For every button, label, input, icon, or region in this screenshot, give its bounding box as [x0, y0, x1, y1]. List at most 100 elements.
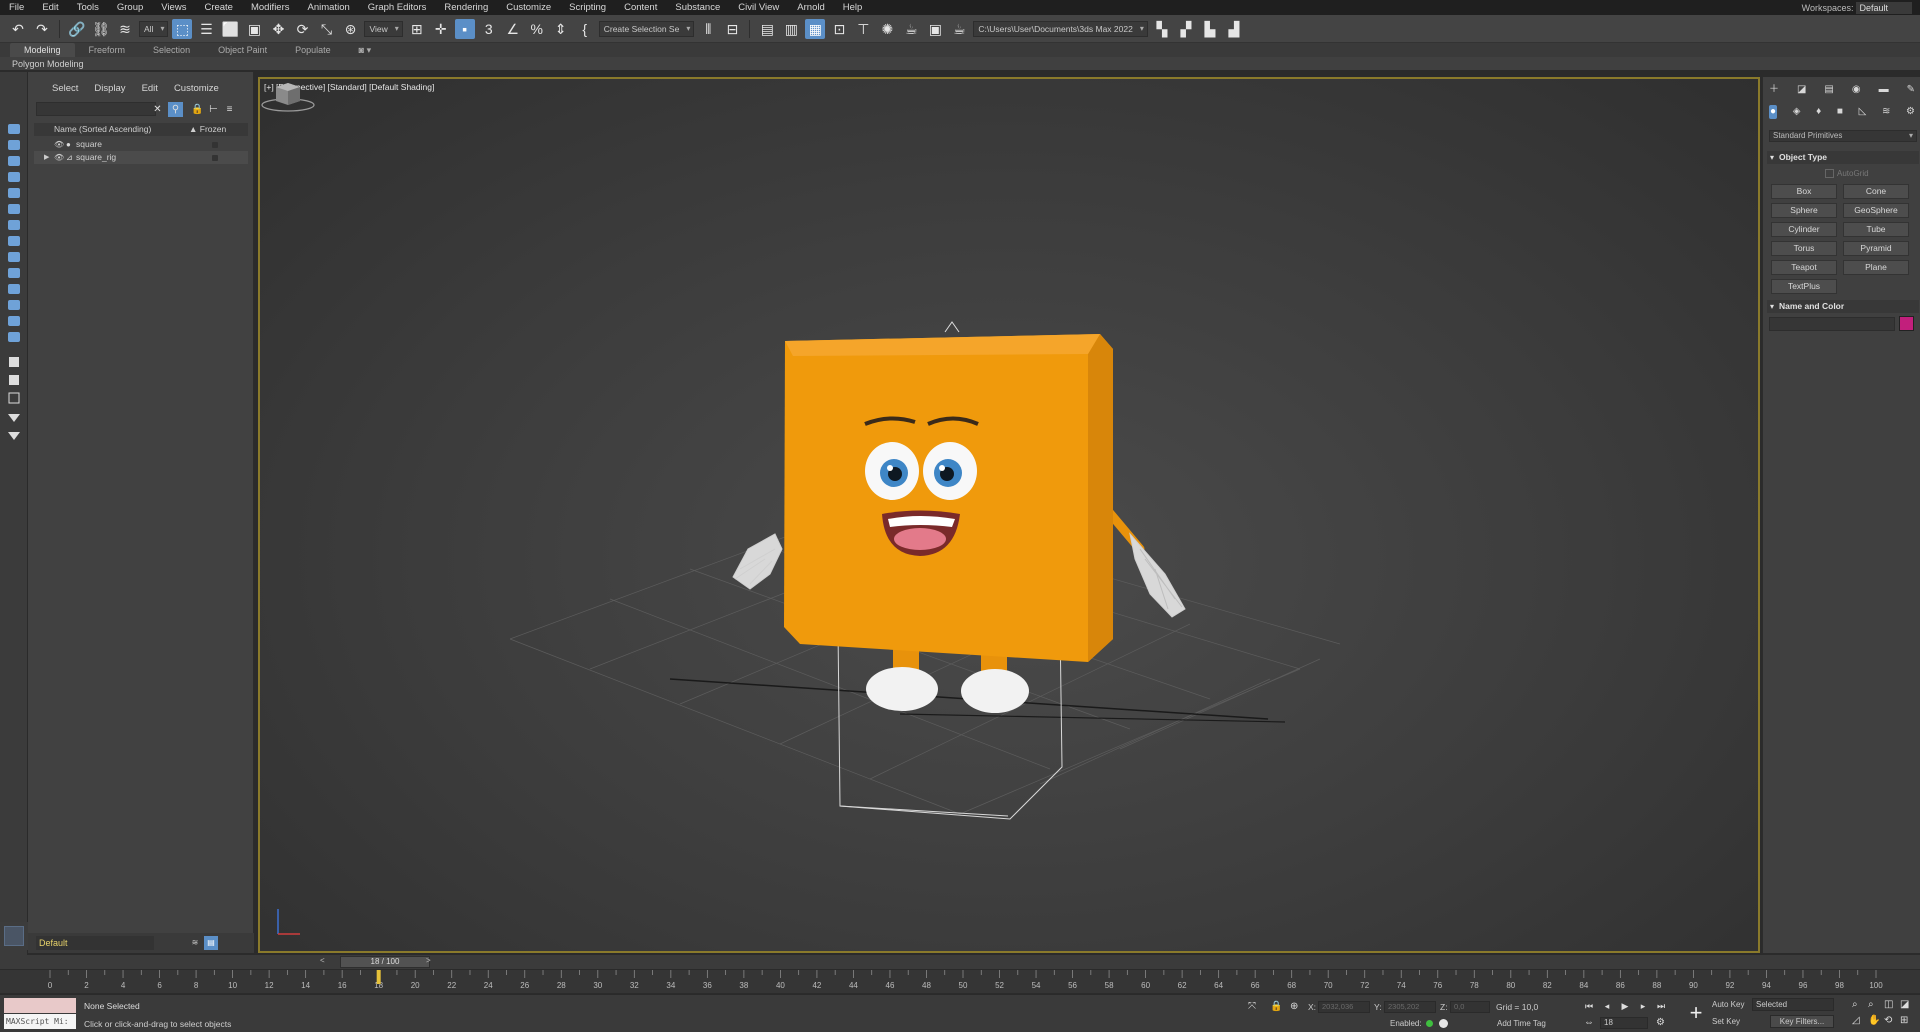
- perspective-viewport[interactable]: [+] [Perspective] [Standard] [Default Sh…: [258, 77, 1760, 953]
- tab-selection[interactable]: Selection: [139, 43, 204, 57]
- geometry-icon[interactable]: ●: [1769, 105, 1778, 119]
- tab-object-paint[interactable]: Object Paint: [204, 43, 281, 57]
- motion-tab-icon[interactable]: ◉: [1852, 83, 1861, 97]
- select-by-name-icon[interactable]: ☰: [196, 19, 216, 39]
- time-slider[interactable]: < 18 / 100 >: [0, 955, 1920, 969]
- track-bar[interactable]: 0 2 4 6 8 10 12 14 16 18 20 22 24 26 28 30 32 34 36 38 40 42 4…: [0, 969, 1920, 993]
- named-selection-set-dropdown[interactable]: Create Selection Se: [598, 20, 695, 37]
- align-icon[interactable]: ⊟: [722, 19, 742, 39]
- snap-toggle-icon[interactable]: 3: [479, 19, 499, 39]
- project-path-dropdown[interactable]: C:\Users\User\Documents\3ds Max 2022: [973, 20, 1148, 37]
- menu-rendering[interactable]: Rendering: [435, 0, 497, 15]
- column-name[interactable]: Name (Sorted Ascending): [54, 123, 151, 136]
- zoom-extents-icon[interactable]: ◫: [1884, 999, 1893, 1010]
- set-project-icon[interactable]: ▞: [1176, 19, 1196, 39]
- unlink-icon[interactable]: ⛓: [91, 19, 111, 39]
- tree-row[interactable]: ▶ 👁 ⊿ square_rig: [34, 151, 248, 164]
- menu-group[interactable]: Group: [108, 0, 152, 15]
- window-crossing-icon[interactable]: ▣: [244, 19, 264, 39]
- maxscript-listener[interactable]: MAXScript Mi:: [4, 998, 76, 1030]
- reference-coordinate-dropdown[interactable]: View: [364, 20, 403, 37]
- textplus-button[interactable]: TextPlus: [1771, 279, 1837, 294]
- tab-populate[interactable]: Populate: [281, 43, 345, 57]
- menu-file[interactable]: File: [0, 0, 33, 15]
- layer-icon[interactable]: ≡: [222, 102, 237, 117]
- frozen-toggle[interactable]: [212, 155, 218, 161]
- auto-key-button[interactable]: Auto Key: [1712, 1000, 1744, 1009]
- project-folder-icon[interactable]: ▚: [1152, 19, 1172, 39]
- render-production-icon[interactable]: ☕: [949, 19, 969, 39]
- redo-icon[interactable]: ↷: [32, 19, 52, 39]
- selection-filter-dropdown[interactable]: All: [139, 20, 169, 37]
- tube-button[interactable]: Tube: [1843, 222, 1909, 237]
- lights-icon[interactable]: ♦: [1816, 105, 1821, 119]
- selection-region-icon[interactable]: ⬜: [220, 19, 240, 39]
- viewport-layout-tab[interactable]: [0, 922, 28, 950]
- explorer-menu-customize[interactable]: Customize: [166, 82, 227, 96]
- maxscript-output[interactable]: [4, 998, 76, 1013]
- explorer-filter-icon[interactable]: ⚲: [168, 102, 183, 117]
- bind-space-warp-icon[interactable]: ≋: [115, 19, 135, 39]
- polygon-modeling-label[interactable]: Polygon Modeling: [12, 57, 84, 71]
- cylinder-button[interactable]: Cylinder: [1771, 222, 1837, 237]
- space-warps-icon[interactable]: ≋: [1882, 105, 1890, 119]
- workspace-selector[interactable]: Workspaces: Default: [1802, 1, 1920, 14]
- modify-tab-icon[interactable]: ◪: [1797, 83, 1806, 97]
- pyramid-button[interactable]: Pyramid: [1843, 241, 1909, 256]
- cone-button[interactable]: Cone: [1843, 184, 1909, 199]
- name-and-color-rollout[interactable]: Name and Color: [1767, 300, 1919, 313]
- add-time-tag[interactable]: Add Time Tag: [1497, 1019, 1546, 1028]
- column-frozen[interactable]: ▲ Frozen: [189, 123, 226, 136]
- select-object-icon[interactable]: ⬚: [172, 18, 193, 39]
- clear-search-icon[interactable]: ✕: [150, 102, 165, 117]
- undo-icon[interactable]: ↶: [8, 19, 28, 39]
- primitive-category-dropdown[interactable]: Standard Primitives: [1769, 130, 1917, 142]
- box-button[interactable]: Box: [1771, 184, 1837, 199]
- mirror-icon[interactable]: ⫴: [698, 19, 718, 39]
- hierarchy-icon[interactable]: ⊢: [206, 102, 221, 117]
- menu-content[interactable]: Content: [615, 0, 666, 15]
- menu-animation[interactable]: Animation: [299, 0, 359, 15]
- explorer-menu-display[interactable]: Display: [86, 82, 133, 96]
- current-frame-marker[interactable]: [376, 970, 381, 984]
- zoom-icon[interactable]: ⌕: [1852, 999, 1858, 1010]
- menu-scripting[interactable]: Scripting: [560, 0, 615, 15]
- rotate-icon[interactable]: ⟳: [292, 19, 312, 39]
- ribbon-options-icon[interactable]: ◙ ▾: [345, 43, 385, 57]
- menu-arnold[interactable]: Arnold: [788, 0, 833, 15]
- pan-icon[interactable]: ✋: [1868, 1015, 1880, 1026]
- menu-substance[interactable]: Substance: [666, 0, 729, 15]
- info-icon[interactable]: [1438, 1019, 1448, 1029]
- percent-snap-icon[interactable]: %: [527, 19, 547, 39]
- selection-lock-icon[interactable]: 🔒: [1270, 1001, 1282, 1012]
- zoom-extents-all-icon[interactable]: ◪: [1900, 999, 1909, 1010]
- key-filters-button[interactable]: Key Filters...: [1770, 1015, 1834, 1028]
- lock-icon[interactable]: 🔒: [190, 102, 205, 117]
- previous-key-icon[interactable]: ◂: [1600, 999, 1614, 1013]
- adaptive-degradation[interactable]: Enabled:: [1390, 1019, 1448, 1029]
- set-keys-icon[interactable]: +: [1684, 1000, 1708, 1026]
- object-type-rollout[interactable]: Object Type: [1767, 151, 1919, 164]
- absolute-mode-icon[interactable]: ⊕: [1290, 1001, 1298, 1012]
- maxscript-input[interactable]: MAXScript Mi:: [4, 1014, 76, 1029]
- geosphere-button[interactable]: GeoSphere: [1843, 203, 1909, 218]
- teapot-button[interactable]: Teapot: [1771, 260, 1837, 275]
- object-color-swatch[interactable]: [1899, 316, 1914, 331]
- menu-create[interactable]: Create: [195, 0, 242, 15]
- isolate-selection-icon[interactable]: ⤧: [1248, 1001, 1256, 1012]
- next-key-icon[interactable]: ▸: [1636, 999, 1650, 1013]
- menu-edit[interactable]: Edit: [33, 0, 67, 15]
- key-mode-toggle-icon[interactable]: ⇔: [1584, 1017, 1594, 1028]
- display-tab-icon[interactable]: ▬: [1879, 83, 1889, 97]
- expand-arrow-icon[interactable]: ▶: [44, 151, 49, 164]
- go-to-start-icon[interactable]: ⏮: [1582, 999, 1596, 1013]
- menu-civil-view[interactable]: Civil View: [729, 0, 788, 15]
- orbit-icon[interactable]: ⟲: [1884, 1015, 1892, 1026]
- utilities-tab-icon[interactable]: ✎: [1907, 83, 1915, 97]
- hierarchy-tab-icon[interactable]: ▤: [1824, 83, 1833, 97]
- workspace-value[interactable]: Default: [1856, 1, 1912, 14]
- angle-snap-icon[interactable]: ∠: [503, 19, 523, 39]
- z-coordinate-field[interactable]: 0,0: [1450, 1001, 1490, 1013]
- layer-stack-icon[interactable]: ≋: [188, 936, 202, 950]
- curve-editor-icon[interactable]: ⊡: [829, 19, 849, 39]
